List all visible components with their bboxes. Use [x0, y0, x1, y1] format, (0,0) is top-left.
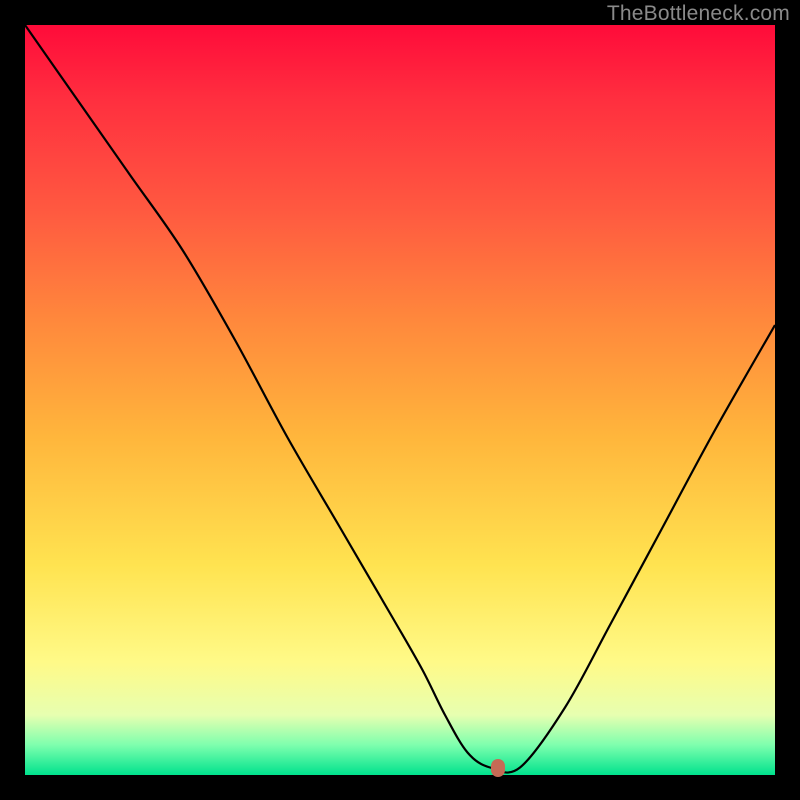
bottleneck-curve	[25, 25, 775, 775]
chart-frame: TheBottleneck.com	[0, 0, 800, 800]
plot-area	[25, 25, 775, 775]
watermark-text: TheBottleneck.com	[607, 2, 790, 26]
curve-path	[25, 25, 775, 773]
optimal-point-marker	[491, 759, 505, 777]
